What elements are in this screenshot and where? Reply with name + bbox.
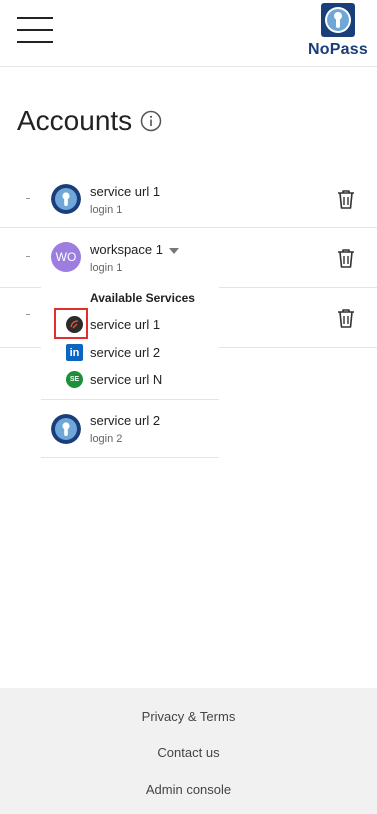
nopass-logo[interactable]: NoPass	[308, 3, 368, 59]
workspace-avatar: WO	[51, 242, 81, 272]
workspace-title-text: workspace 1	[90, 242, 163, 257]
dark-app-icon	[66, 316, 83, 333]
workspace-title[interactable]: workspace 1	[90, 242, 179, 257]
service-item[interactable]: in service url 2	[41, 342, 219, 364]
available-services-heading: Available Services	[90, 291, 195, 305]
account-item[interactable]: service url 2 login 2	[41, 400, 219, 458]
service-label: service url N	[90, 372, 163, 387]
keyhole-logo-icon	[321, 3, 355, 37]
privacy-terms-link[interactable]: Privacy & Terms	[0, 709, 377, 724]
admin-console-link[interactable]: Admin console	[0, 782, 377, 797]
workspace-item[interactable]: WO workspace 1 login 1 Available Service…	[41, 228, 219, 400]
service-label: service url 2	[90, 345, 161, 360]
account-login: login 2	[90, 433, 123, 445]
page-title: Accounts	[17, 105, 133, 136]
keyhole-icon	[51, 414, 81, 444]
caret-down-icon[interactable]	[168, 247, 179, 254]
trash-icon[interactable]	[337, 248, 355, 268]
footer: Privacy & Terms Contact us Admin console	[0, 688, 377, 814]
logo-text: NoPass	[308, 41, 368, 58]
hamburger-menu-icon[interactable]	[17, 17, 53, 43]
workspace-login: login 1	[90, 262, 123, 274]
account-dropdown: service url 1 login 1 WO workspace 1 log…	[41, 171, 219, 459]
info-icon[interactable]	[140, 110, 162, 132]
se-icon: SE	[66, 371, 83, 388]
service-label: service url 1	[90, 317, 161, 332]
account-title: service url 2	[90, 413, 161, 428]
keyhole-icon	[51, 184, 81, 214]
account-item[interactable]: service url 1 login 1	[41, 171, 219, 228]
service-item[interactable]: service url 1	[41, 308, 219, 339]
trash-icon[interactable]	[337, 308, 355, 328]
service-item[interactable]: SE service url N	[41, 369, 219, 391]
linkedin-icon: in	[66, 344, 83, 361]
contact-us-link[interactable]: Contact us	[0, 745, 377, 760]
page-title-row: Accounts	[17, 105, 162, 137]
app-header: NoPass	[0, 0, 377, 67]
account-login: login 1	[90, 204, 123, 216]
trash-icon[interactable]	[337, 189, 355, 209]
account-title: service url 1	[90, 184, 161, 199]
